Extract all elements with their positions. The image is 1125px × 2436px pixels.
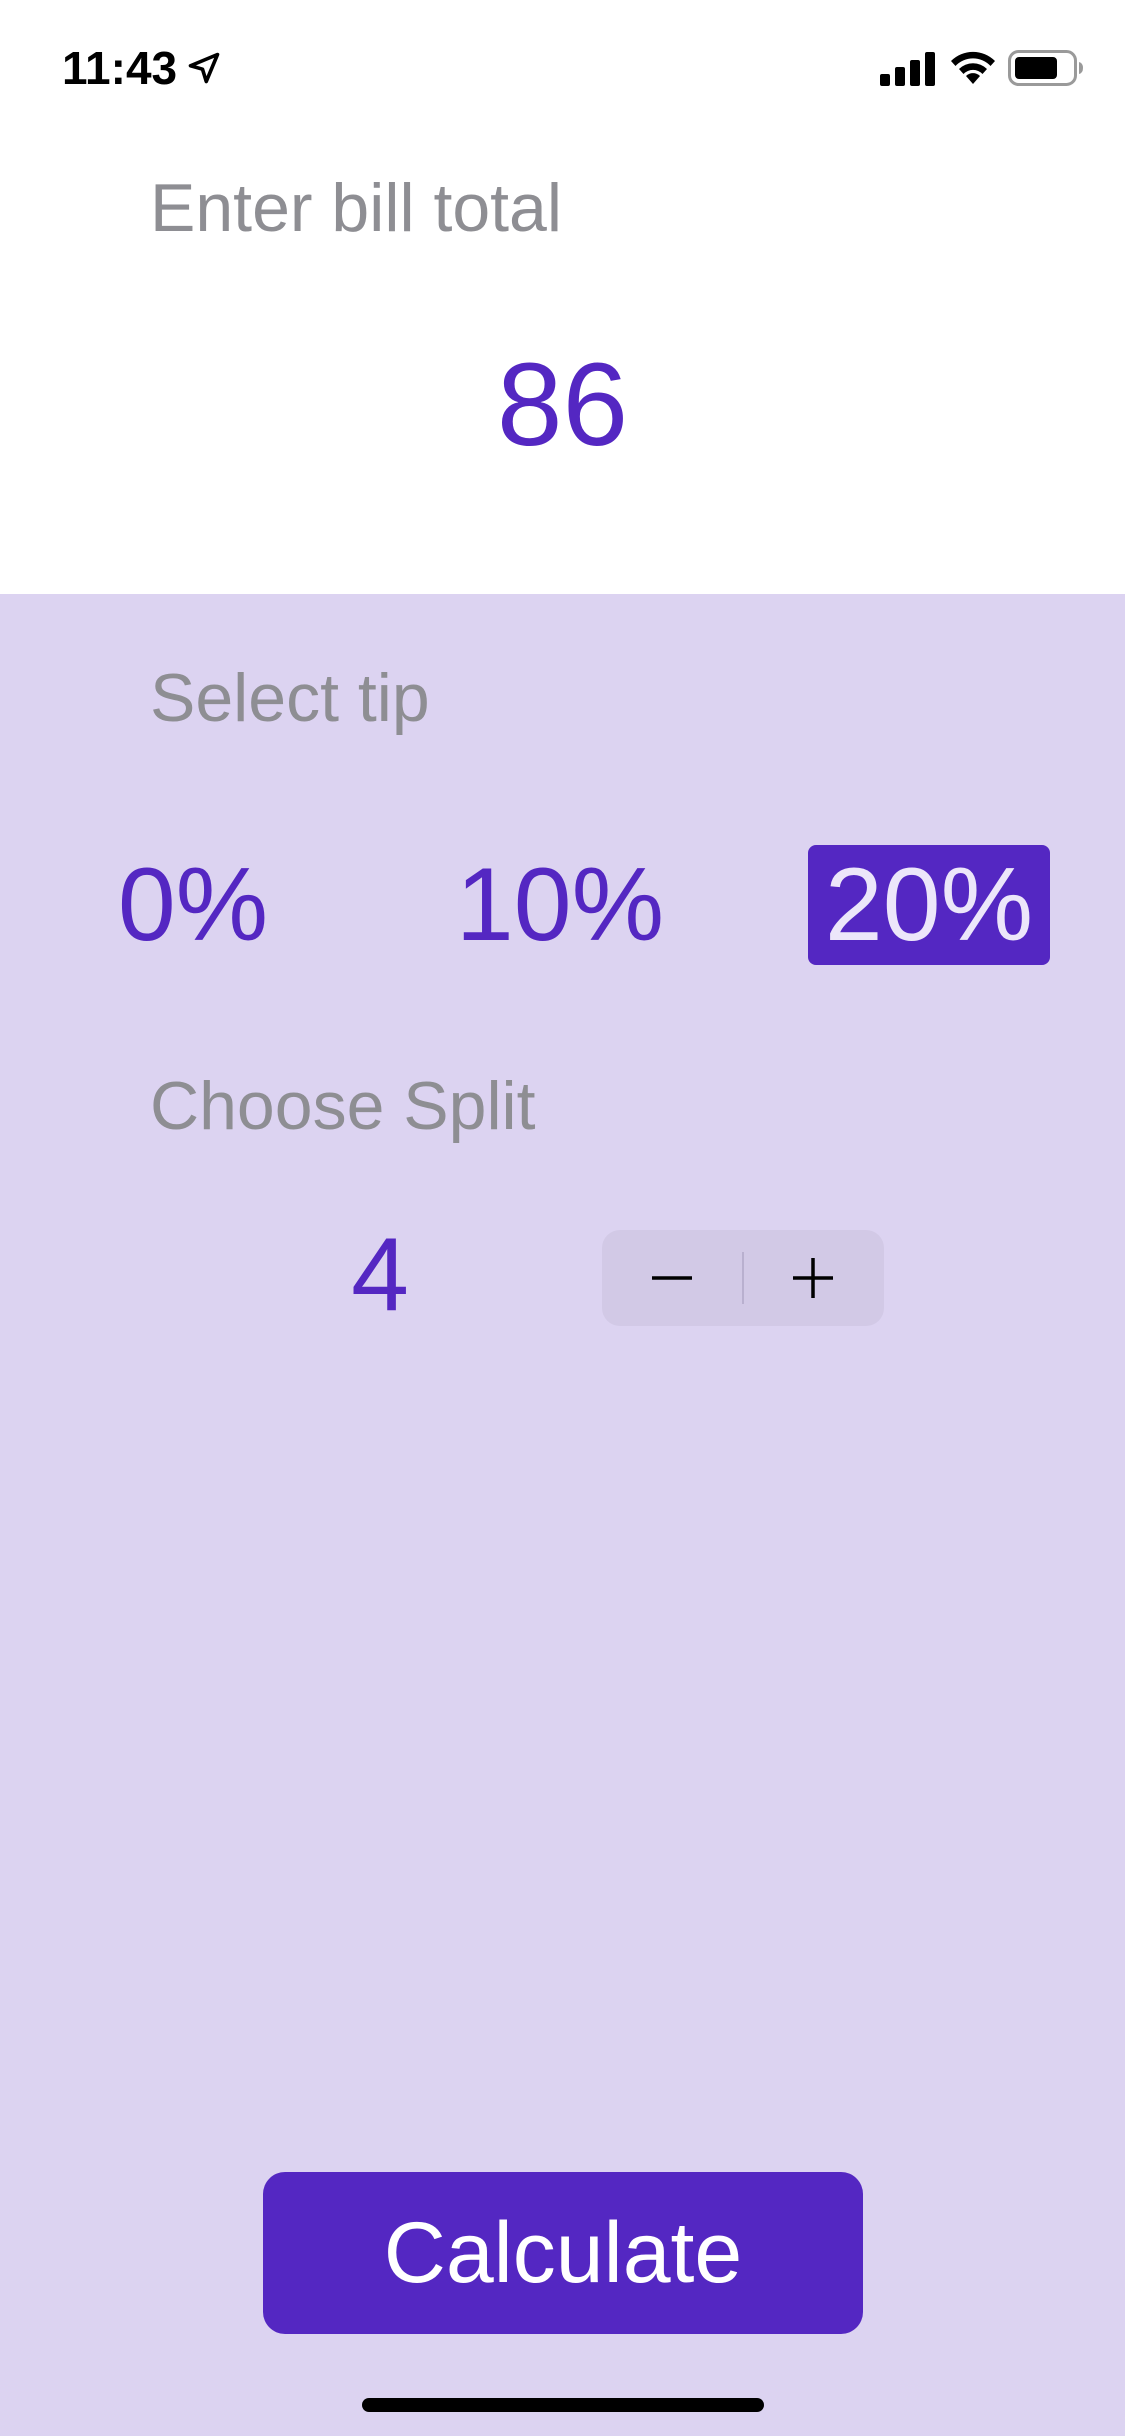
minus-icon	[652, 1276, 692, 1280]
split-stepper	[602, 1230, 884, 1326]
split-decrement-button[interactable]	[602, 1230, 743, 1326]
select-tip-label: Select tip	[150, 660, 430, 736]
cellular-signal-icon	[880, 52, 935, 86]
status-time: 11:43	[62, 42, 178, 94]
plus-icon	[793, 1258, 833, 1298]
tip-option-20-percent-selected[interactable]: 20%	[808, 845, 1050, 965]
home-indicator[interactable]	[362, 2398, 764, 2412]
tip-option-10-percent[interactable]: 10%	[440, 845, 680, 965]
split-count-value: 4	[351, 1217, 409, 1333]
location-arrow-icon	[188, 52, 220, 84]
tip-option-0-percent[interactable]: 0%	[100, 845, 286, 965]
bill-total-label: Enter bill total	[150, 170, 562, 246]
battery-icon	[1008, 50, 1083, 86]
choose-split-label: Choose Split	[150, 1068, 536, 1144]
split-increment-button[interactable]	[743, 1230, 884, 1326]
status-bar: 11:43	[0, 0, 1125, 132]
wifi-icon	[951, 51, 995, 84]
calculate-button[interactable]: Calculate	[263, 2172, 863, 2334]
bill-total-input[interactable]: 86	[0, 335, 1125, 475]
